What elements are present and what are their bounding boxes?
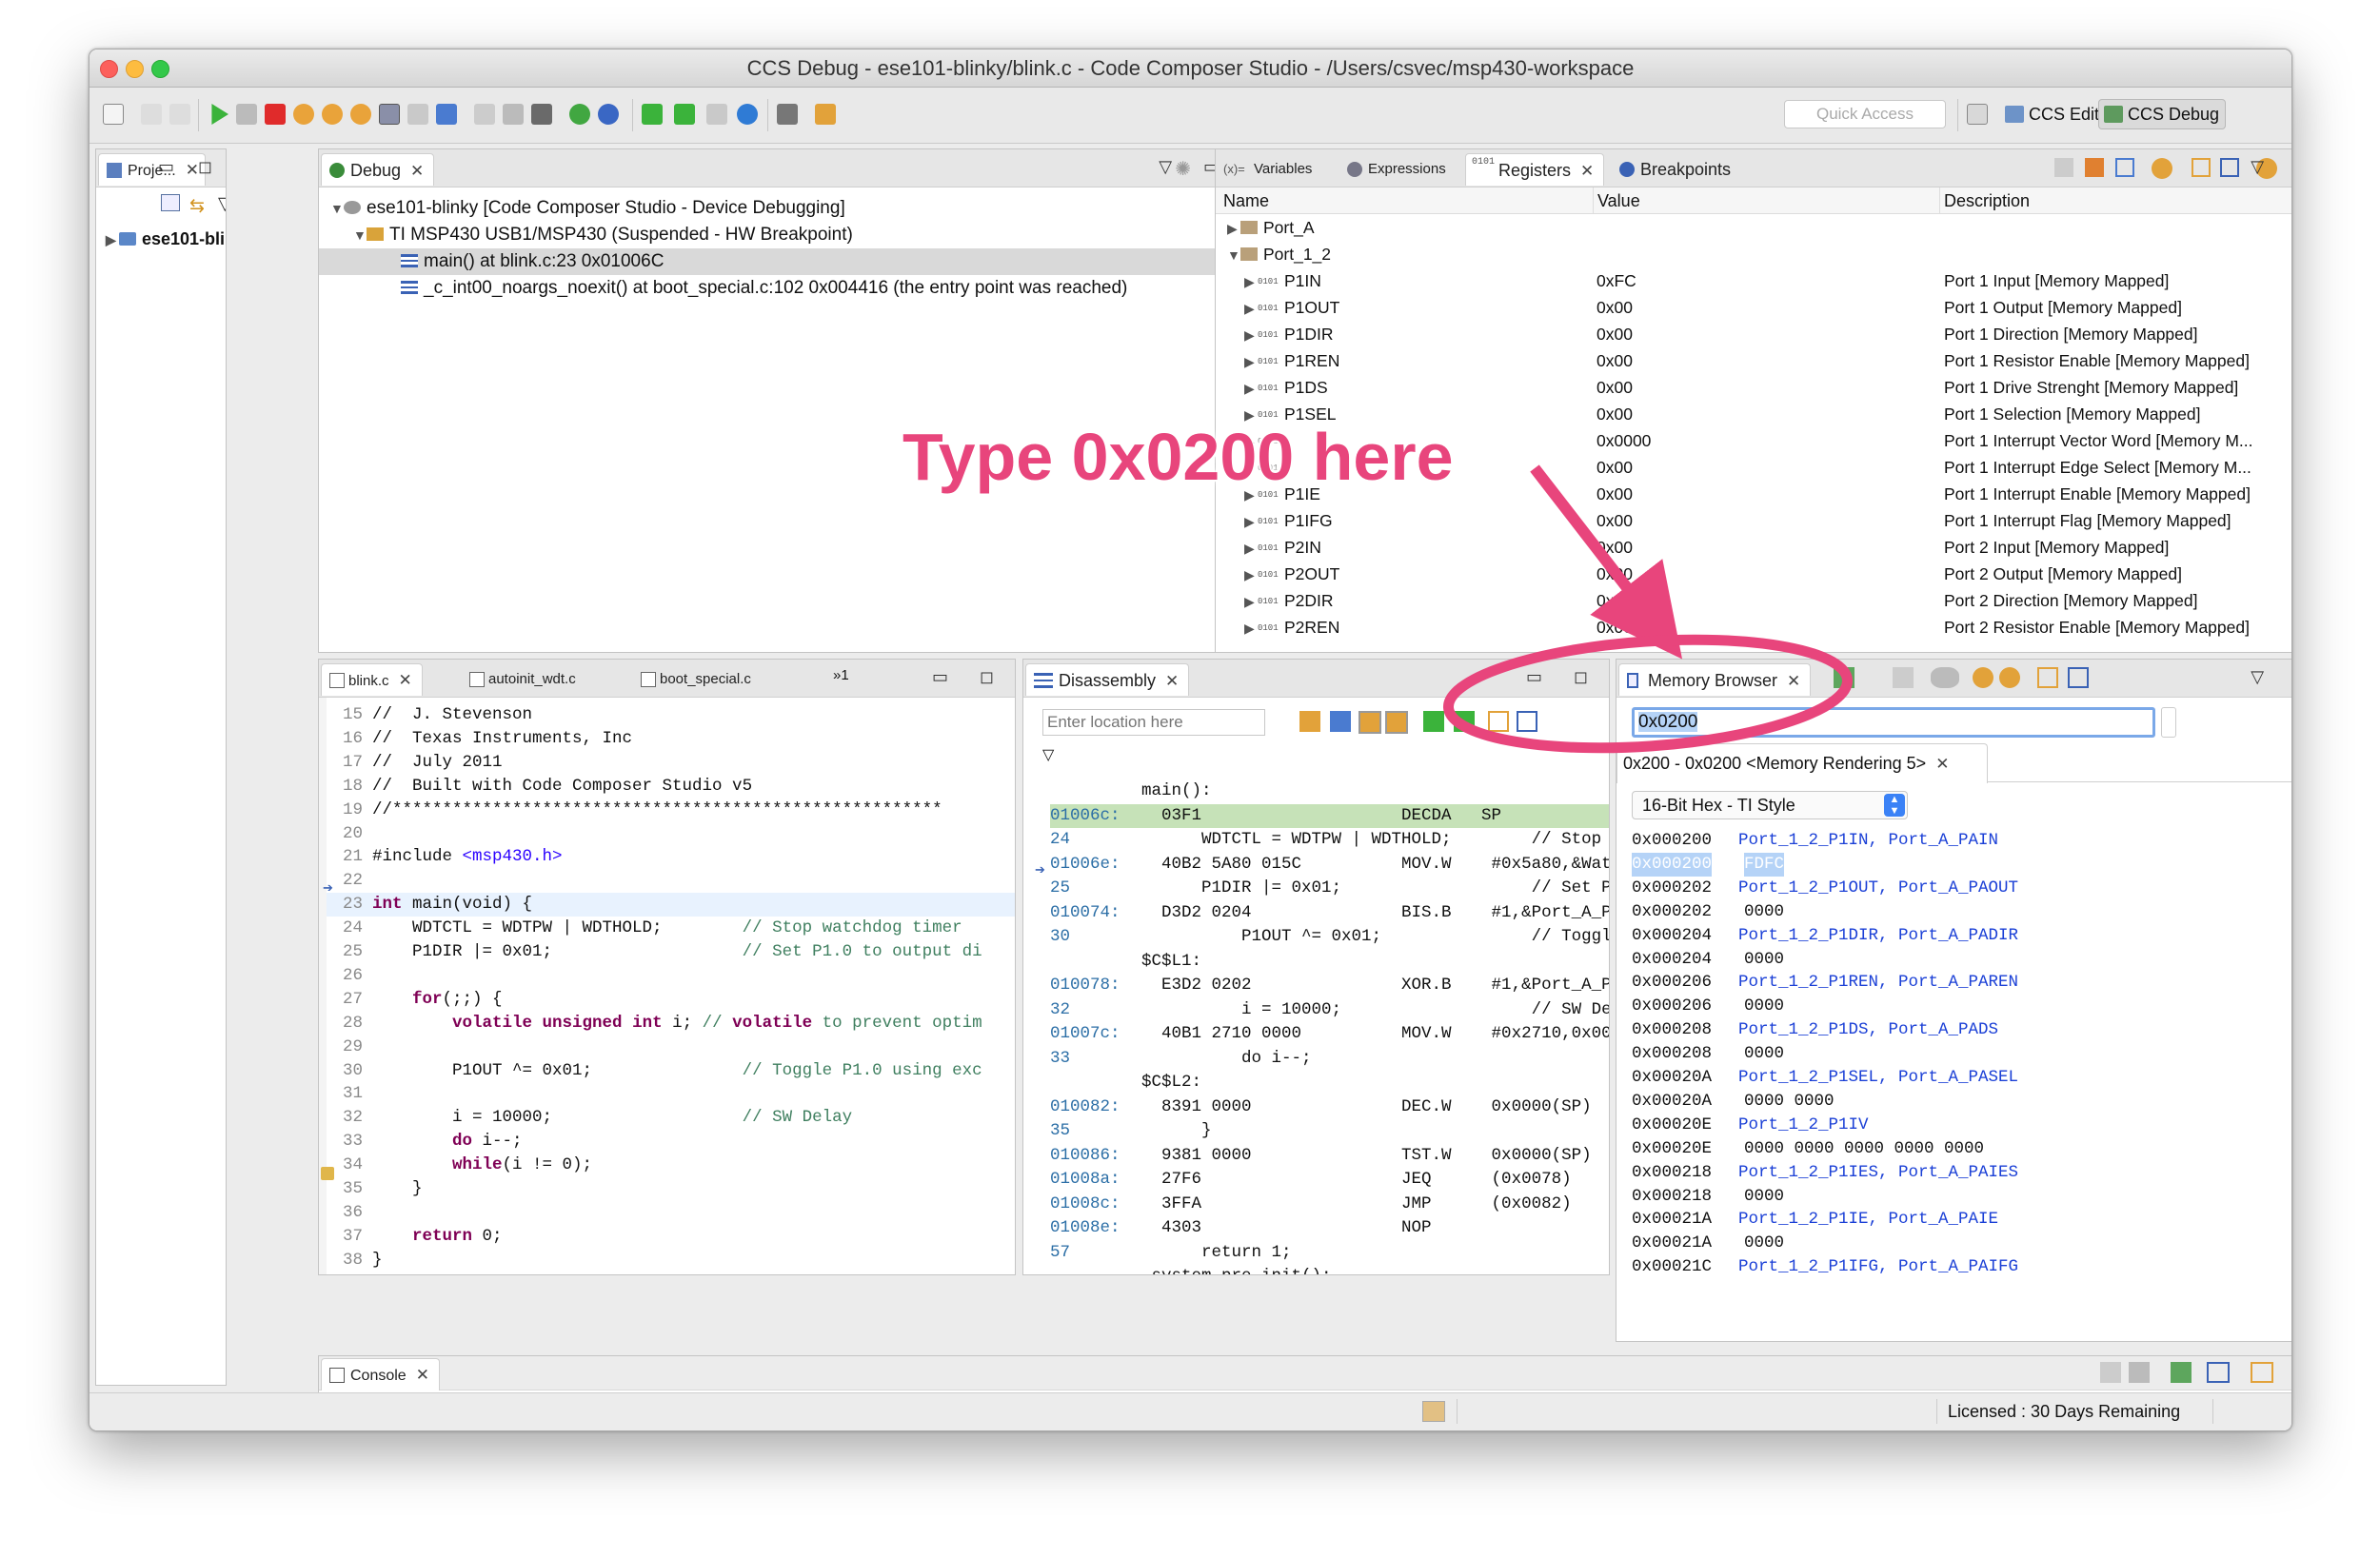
- annotation-circle: [1442, 634, 1854, 754]
- annotation-arrow: [1530, 464, 1683, 660]
- annotation-overlay: [1442, 464, 1854, 754]
